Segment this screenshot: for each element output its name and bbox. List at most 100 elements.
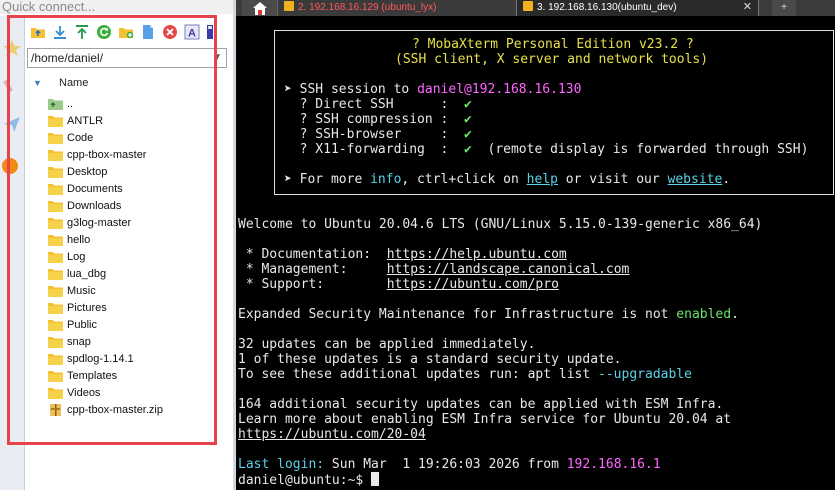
esm-status-line: Expanded Security Maintenance for Infras…	[238, 307, 739, 322]
help-link[interactable]: help	[527, 172, 558, 187]
esm-line-1: 164 additional security updates can be a…	[238, 397, 724, 412]
doc-link[interactable]: https://help.ubuntu.com	[387, 247, 567, 262]
folder-icon	[48, 149, 63, 161]
chevron-down-icon[interactable]: ▼	[212, 49, 222, 67]
tools-icon[interactable]	[2, 76, 22, 98]
side-tab-bar	[0, 16, 25, 490]
home-tab[interactable]	[242, 0, 278, 16]
file-name: Templates	[67, 370, 118, 382]
folder-icon	[48, 268, 63, 280]
file-name: ANTLR	[67, 115, 104, 127]
cursor	[371, 472, 380, 486]
star-icon[interactable]	[2, 38, 22, 60]
file-list-item[interactable]: Templates	[25, 368, 225, 385]
download-icon[interactable]	[52, 24, 68, 42]
x11-line: ? X11-forwarding : ✔ (remote display is …	[284, 142, 809, 157]
folder-icon	[48, 183, 63, 195]
session-line: ➤ SSH session to daniel@192.168.16.130	[284, 82, 582, 97]
more-info-line: ➤ For more info, ctrl+click on help or v…	[284, 172, 731, 187]
file-list-item[interactable]: lua_dbg	[25, 266, 225, 283]
close-icon[interactable]: ✕	[743, 0, 752, 15]
session-tab-2[interactable]: 3. 192.168.16.130(ubuntu_dev) ✕	[516, 0, 759, 16]
file-list-item[interactable]: Public	[25, 317, 225, 334]
file-list-item[interactable]: Code	[25, 130, 225, 147]
file-list-item[interactable]: Log	[25, 249, 225, 266]
file-list-item[interactable]: cpp-tbox-master.zip	[25, 402, 225, 419]
support-link[interactable]: https://ubuntu.com/pro	[387, 277, 559, 292]
support-line: * Support: https://ubuntu.com/pro	[238, 277, 559, 292]
file-list-item[interactable]: Desktop	[25, 164, 225, 181]
zip-file-icon	[48, 404, 63, 416]
upload-folder-icon[interactable]	[30, 24, 46, 42]
doc-line: * Documentation: https://help.ubuntu.com	[238, 247, 567, 262]
svg-text:A: A	[188, 28, 196, 40]
refresh-icon[interactable]	[96, 24, 112, 42]
terminal[interactable]: ? MobaXterm Personal Edition v23.2 ? (SS…	[236, 16, 835, 490]
folder-icon	[48, 285, 63, 297]
tab-label: 3. 192.168.16.130(ubuntu_dev)	[537, 2, 677, 13]
file-name: snap	[67, 336, 91, 348]
esm-link[interactable]: https://ubuntu.com/20-04	[238, 427, 426, 442]
file-name: spdlog-1.14.1	[67, 353, 134, 365]
banner-title: ? MobaXterm Personal Edition v23.2 ?	[412, 37, 694, 52]
file-name: Downloads	[67, 200, 122, 212]
updates-line-2: 1 of these updates is a standard securit…	[238, 352, 622, 367]
session-tab-strip: 2. 192.168.16.129 (ubuntu_lyx) 3. 192.16…	[236, 0, 835, 16]
column-header[interactable]: ▼ Name	[25, 74, 225, 92]
file-name: ..	[67, 98, 74, 110]
folder-icon	[48, 115, 63, 127]
new-file-icon[interactable]	[140, 24, 156, 42]
file-list-item[interactable]: spdlog-1.14.1	[25, 351, 225, 368]
file-list-item[interactable]: hello	[25, 232, 225, 249]
parent-folder-icon	[48, 98, 63, 110]
file-name: hello	[67, 234, 91, 246]
prompt: daniel@ubuntu:~$	[238, 473, 372, 488]
file-list-item[interactable]: Downloads	[25, 198, 225, 215]
tab-label: 2. 192.168.16.129 (ubuntu_lyx)	[298, 2, 437, 13]
file-list-item[interactable]: Documents	[25, 181, 225, 198]
new-folder-icon[interactable]	[118, 24, 134, 42]
website-link[interactable]: website	[668, 172, 723, 187]
rename-icon[interactable]: A	[184, 24, 200, 42]
path-field[interactable]: /home/daniel/ ▼	[27, 48, 227, 68]
file-name: Pictures	[67, 302, 107, 314]
file-list-item[interactable]: ANTLR	[25, 113, 225, 130]
send-icon[interactable]	[2, 114, 22, 136]
file-list-item[interactable]: cpp-tbox-master	[25, 147, 225, 164]
file-name: Desktop	[67, 166, 108, 178]
macro-icon[interactable]	[2, 156, 22, 178]
session-tab-1[interactable]: 2. 192.168.16.129 (ubuntu_lyx)	[278, 0, 514, 16]
file-list-item[interactable]: g3log-master	[25, 215, 225, 232]
mgmt-link[interactable]: https://landscape.canonical.com	[387, 262, 630, 277]
folder-icon	[48, 319, 63, 331]
ssh-session-icon	[284, 1, 294, 11]
expand-arrow-icon[interactable]: ▼	[33, 74, 42, 92]
folder-icon	[48, 200, 63, 212]
direct-ssh-line: ? Direct SSH : ✔	[284, 97, 472, 112]
quick-connect-input[interactable]: Quick connect...	[0, 0, 234, 14]
file-name: Documents	[67, 183, 123, 195]
more-icon[interactable]	[205, 24, 215, 42]
file-name: g3log-master	[67, 217, 132, 229]
file-list-item[interactable]: Music	[25, 283, 225, 300]
file-name: Log	[67, 251, 86, 263]
file-list-item[interactable]: snap	[25, 334, 225, 351]
ssh-compression-line: ? SSH compression : ✔	[284, 112, 472, 127]
file-list-item[interactable]: Videos	[25, 385, 225, 402]
welcome-line: Welcome to Ubuntu 20.04.6 LTS (GNU/Linux…	[238, 217, 763, 232]
delete-icon[interactable]	[162, 24, 178, 42]
folder-icon	[48, 234, 63, 246]
add-tab-button[interactable]: +	[772, 0, 796, 16]
file-list: .. ANTLR Code cpp-tbox-master Desktop Documen…	[25, 96, 225, 419]
folder-icon	[48, 132, 63, 144]
info-link[interactable]: info	[370, 172, 401, 187]
folder-icon	[48, 166, 63, 178]
prompt-line[interactable]: daniel@ubuntu:~$	[238, 472, 380, 488]
file-name: lua_dbg	[67, 268, 107, 280]
folder-icon	[48, 370, 63, 382]
upload-icon[interactable]	[74, 24, 90, 42]
file-list-item[interactable]: ..	[25, 96, 225, 113]
folder-icon	[48, 251, 63, 263]
file-name: Videos	[67, 387, 101, 399]
file-list-item[interactable]: Pictures	[25, 300, 225, 317]
